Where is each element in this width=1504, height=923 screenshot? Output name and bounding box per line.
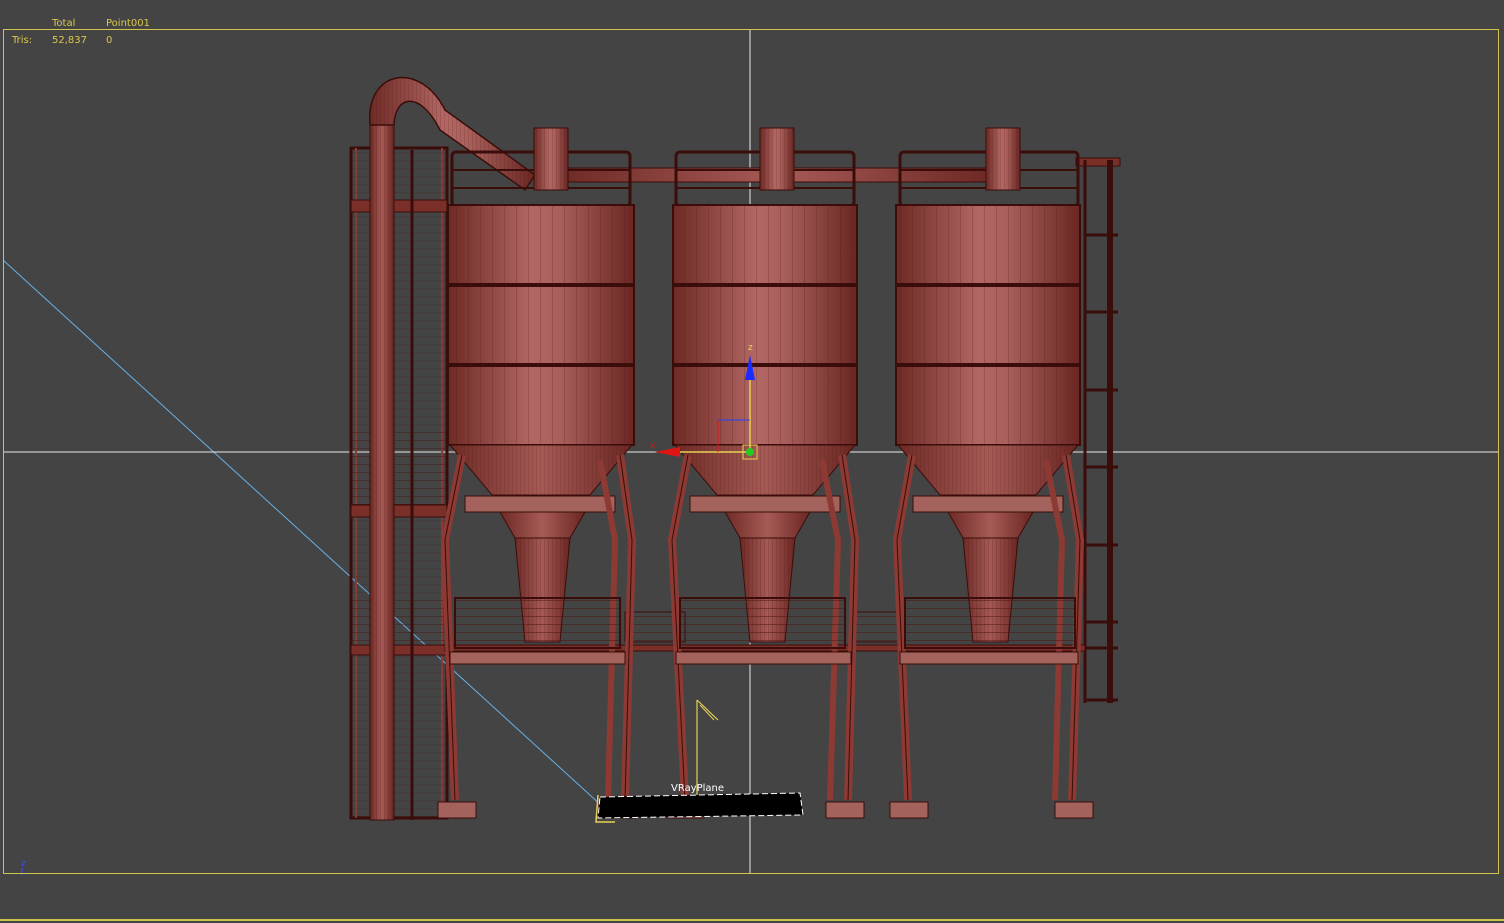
ladder-tower[interactable] <box>349 146 449 820</box>
gizmo-x-label: x <box>650 441 656 451</box>
gizmo-z-label: z <box>748 343 753 353</box>
bottom-border-line <box>0 919 1504 921</box>
silo-2[interactable] <box>665 127 865 819</box>
scene-canvas[interactable]: z x z y x <box>0 0 1504 923</box>
right-ladder[interactable] <box>1075 157 1121 703</box>
silo-3[interactable] <box>889 127 1094 819</box>
vrayplane-label: VRayPlane <box>671 783 725 794</box>
silo-1[interactable] <box>437 127 637 819</box>
perspective-viewport[interactable]: · · · · Total Point001 Tris: 52,837 0 <box>0 0 1504 923</box>
viewport-bottom-area <box>0 875 1504 923</box>
tripod-z-label: z <box>21 859 26 869</box>
